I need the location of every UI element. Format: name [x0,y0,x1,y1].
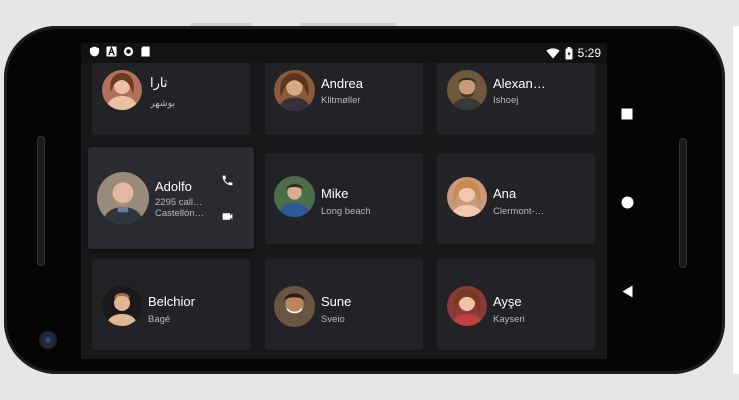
contact-card[interactable]: Ayşe Kayseri [437,259,595,350]
contact-card[interactable]: Mike Long beach [265,153,423,244]
battery-icon [565,46,573,59]
phone-icon [222,175,232,185]
overview-square-icon [621,108,633,120]
video-call-button[interactable] [219,208,235,224]
contact-city: Long beach [321,206,371,217]
clock: 5:29 [577,46,601,60]
circle-icon [123,46,134,57]
call-button[interactable] [219,172,235,188]
avatar [274,70,315,111]
overview-button[interactable] [619,106,635,122]
avatar [447,70,487,110]
avatar [447,286,487,326]
contact-name: Mike [321,186,349,201]
navigation-bar [607,43,647,359]
contact-name: Belchior [148,294,195,309]
contact-card[interactable]: Ana Clermont-… [437,153,595,244]
contact-name: Adolfo [155,179,192,194]
contact-city: Klitmøller [321,95,361,106]
contact-card[interactable]: Adolfo 2295 call… Castellón… [88,147,254,249]
contact-city: Clermont-… [493,206,545,217]
avatar [274,286,315,327]
window-edge [733,26,739,374]
front-camera [41,333,55,347]
speaker-grille-right [679,138,687,268]
contact-name: Alexan… [493,76,546,91]
sd-card-icon [141,46,150,57]
contact-card[interactable]: تارا بوشهر [92,63,250,135]
contact-city: Kayseri [493,314,525,325]
contact-city: Sveio [321,314,345,325]
status-bar: 5:29 [81,43,607,63]
avatar [447,177,487,217]
contact-name: تارا [150,75,168,90]
contact-city: Castellón… [155,208,203,219]
back-button[interactable] [619,283,635,299]
back-triangle-icon [622,285,632,297]
contact-name: Sune [321,294,352,309]
contact-city: بوشهر [150,98,176,109]
contact-card[interactable]: Sune Sveio [265,259,423,350]
avatar [97,172,149,224]
screen: 5:29 تارا بوشهر Andrea Klitmøller Alexan… [81,43,607,359]
contact-name: Andrea [321,76,363,91]
videocam-icon [222,212,232,220]
avatar [102,70,142,110]
contact-card[interactable]: Alexan… Ishoej [437,63,595,135]
avatar [102,286,142,326]
avatar [274,176,315,217]
contact-card[interactable]: Andrea Klitmøller [265,63,423,135]
home-button[interactable] [619,194,635,210]
contact-name: Ayşe [493,294,522,309]
contact-city: Ishoej [493,95,519,106]
contact-city: Bagé [148,314,171,325]
contact-card[interactable]: Belchior Bagé [92,259,250,350]
home-circle-icon [621,196,633,208]
font-a-icon [106,46,117,57]
wifi-icon [545,47,560,58]
shield-icon [89,46,100,57]
contact-name: Ana [493,186,517,201]
speaker-grille-left [37,136,45,266]
